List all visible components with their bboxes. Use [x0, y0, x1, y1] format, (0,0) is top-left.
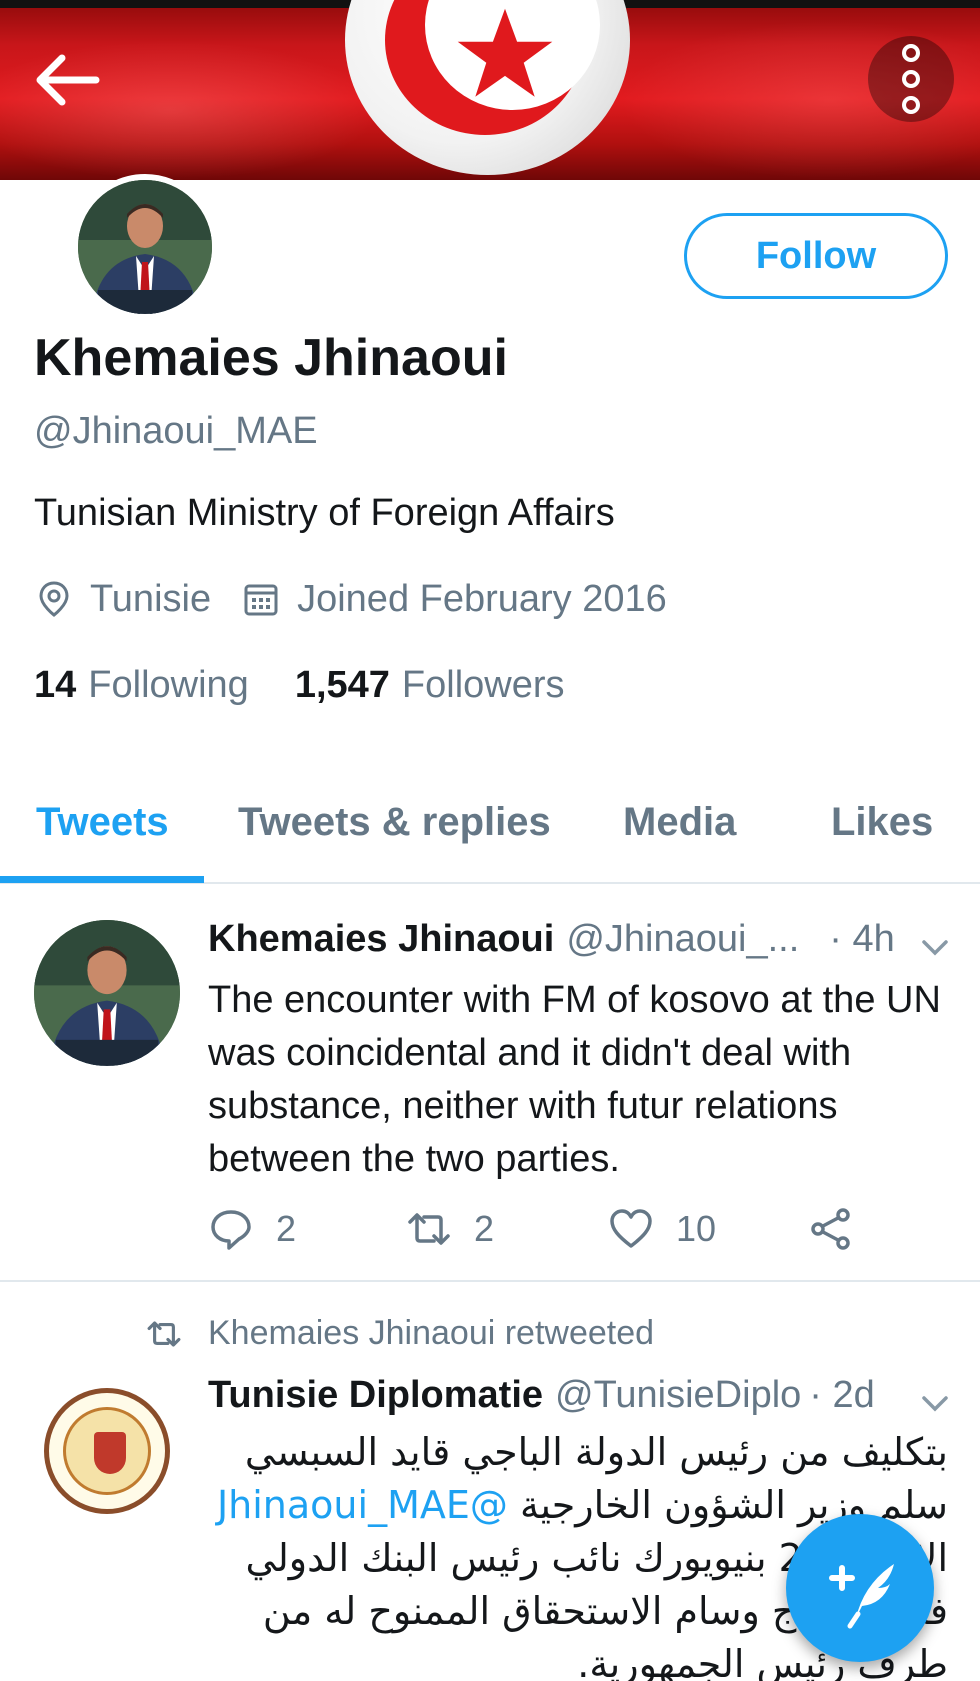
location-pin-icon: [39, 581, 69, 617]
tweet-author-avatar[interactable]: [34, 920, 180, 1066]
profile-tabs: Tweets Tweets & replies Media Likes: [0, 778, 980, 884]
flag-star-icon: [457, 8, 553, 97]
tab-likes[interactable]: Likes: [831, 800, 933, 845]
tab-tweets-and-replies[interactable]: Tweets & replies: [238, 800, 551, 845]
arrow-left-icon: [36, 54, 100, 106]
reply-icon: [211, 1210, 251, 1250]
tweet-author-name[interactable]: Tunisie Diplomatie: [208, 1374, 543, 1417]
reply-count: 2: [276, 1208, 297, 1249]
followers-count: 1,547: [294, 664, 390, 706]
tweet-text: The encounter with FM of kosovo at the U…: [208, 979, 941, 1180]
retweet-count: 2: [474, 1208, 495, 1249]
tweet-timestamp[interactable]: · 2d: [809, 1374, 874, 1417]
following-label: Following: [88, 664, 249, 706]
tab-media[interactable]: Media: [623, 800, 736, 845]
share-icon: [811, 1208, 850, 1250]
profile-handle: @Jhinaoui_MAE: [34, 410, 318, 452]
active-tab-indicator: [0, 876, 204, 883]
profile-bio: Tunisian Ministry of Foreign Affairs: [34, 492, 615, 534]
profile-joined-date: Joined February 2016: [297, 577, 667, 620]
like-button[interactable]: 10: [608, 1204, 716, 1254]
retweet-icon: [408, 1213, 450, 1245]
tweet-author-handle[interactable]: @Jhinaoui_...: [566, 918, 799, 961]
tab-tweets[interactable]: Tweets: [36, 800, 169, 845]
profile-counts: 14 Following 1,547 Followers: [34, 664, 565, 707]
following-count: 14: [34, 664, 77, 706]
tweet-header: Tunisie Diplomatie @TunisieDiplo · 2d: [208, 1374, 875, 1417]
followers-link[interactable]: 1,547 Followers: [295, 664, 565, 707]
more-options-button[interactable]: [868, 36, 954, 122]
chevron-down-icon[interactable]: [918, 930, 952, 964]
retweeted-by-text[interactable]: Khemaies Jhinaoui retweeted: [208, 1314, 654, 1353]
profile-display-name: Khemaies Jhinaoui: [34, 329, 508, 387]
profile-banner: [0, 0, 980, 180]
compose-tweet-icon: [829, 1564, 894, 1629]
tweet-actions: 2 2 10: [208, 1204, 908, 1254]
calendar-icon: [244, 584, 278, 616]
tweet-author-name[interactable]: Khemaies Jhinaoui: [208, 918, 554, 961]
back-button[interactable]: [30, 50, 102, 110]
chevron-down-icon[interactable]: [918, 1386, 952, 1420]
compose-tweet-button[interactable]: [786, 1514, 934, 1662]
more-vertical-icon: [902, 44, 920, 62]
profile-meta: Tunisie Joined February 2016: [34, 576, 667, 622]
share-button[interactable]: [808, 1204, 876, 1254]
tweet-header: Khemaies Jhinaoui @Jhinaoui_... · 4h: [208, 918, 895, 961]
coat-of-arms-logo: [63, 1407, 151, 1495]
retweeted-by-line: Khemaies Jhinaoui retweeted: [146, 1314, 654, 1353]
tweet[interactable]: Khemaies Jhinaoui @Jhinaoui_... · 4h The…: [0, 886, 980, 1282]
tweet-author-handle[interactable]: @TunisieDiplo: [555, 1374, 801, 1417]
reply-button[interactable]: 2: [208, 1204, 296, 1254]
profile-location: Tunisie: [90, 577, 212, 620]
retweet-button[interactable]: 2: [406, 1204, 494, 1254]
retweet-icon: [147, 1320, 181, 1347]
mention-link[interactable]: @Jhinaoui_MAE: [217, 1483, 508, 1527]
like-count: 10: [676, 1208, 717, 1249]
tweet-timestamp[interactable]: · 4h: [829, 918, 894, 961]
profile-avatar[interactable]: [72, 174, 218, 320]
following-link[interactable]: 14 Following: [34, 664, 249, 707]
followers-label: Followers: [401, 664, 565, 706]
tweet-author-avatar[interactable]: [44, 1388, 170, 1514]
follow-button[interactable]: Follow: [684, 213, 948, 299]
heart-icon: [610, 1209, 652, 1248]
